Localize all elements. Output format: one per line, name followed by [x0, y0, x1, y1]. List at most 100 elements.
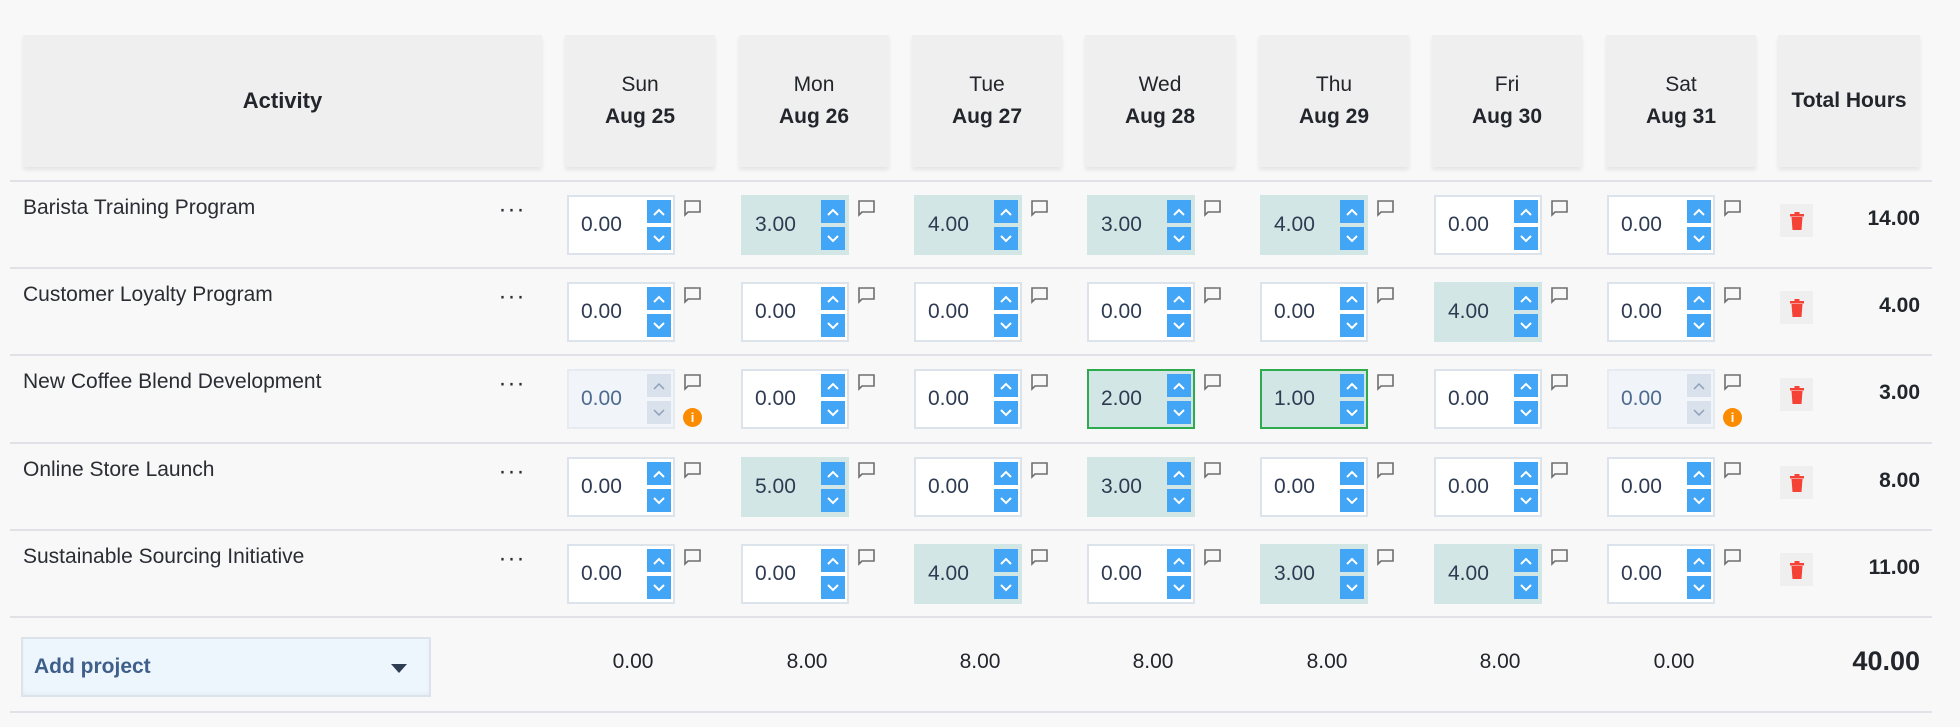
hours-input[interactable]: 0.00: [1434, 195, 1542, 255]
comment-icon[interactable]: [1376, 286, 1395, 305]
hours-input[interactable]: 0.00: [1260, 457, 1368, 517]
chevron-up-icon[interactable]: [647, 200, 671, 223]
chevron-down-icon[interactable]: [994, 227, 1018, 250]
chevron-up-icon[interactable]: [821, 549, 845, 572]
hours-input[interactable]: 3.00: [741, 195, 849, 255]
chevron-up-icon[interactable]: [1167, 462, 1191, 485]
chevron-up-icon[interactable]: [1514, 287, 1538, 310]
ellipsis-icon[interactable]: ···: [496, 372, 528, 405]
comment-icon[interactable]: [1203, 461, 1222, 480]
delete-row-button[interactable]: [1780, 204, 1813, 237]
comment-icon[interactable]: [857, 286, 876, 305]
hours-input[interactable]: 3.00: [1087, 195, 1195, 255]
comment-icon[interactable]: [857, 199, 876, 218]
chevron-down-icon[interactable]: [1687, 576, 1711, 599]
hours-input[interactable]: 0.00: [914, 369, 1022, 429]
hours-input[interactable]: 0.00: [741, 369, 849, 429]
chevron-up-icon[interactable]: [821, 200, 845, 223]
chevron-up-icon[interactable]: [1687, 287, 1711, 310]
chevron-down-icon[interactable]: [1167, 401, 1191, 424]
chevron-down-icon[interactable]: [1340, 227, 1364, 250]
comment-icon[interactable]: [1030, 461, 1049, 480]
chevron-up-icon[interactable]: [821, 462, 845, 485]
hours-input[interactable]: 0.00: [567, 544, 675, 604]
chevron-down-icon[interactable]: [1514, 576, 1538, 599]
chevron-up-icon[interactable]: [1514, 462, 1538, 485]
chevron-down-icon[interactable]: [1687, 314, 1711, 337]
comment-icon[interactable]: [683, 373, 702, 392]
chevron-down-icon[interactable]: [647, 314, 671, 337]
comment-icon[interactable]: [1203, 373, 1222, 392]
comment-icon[interactable]: [1723, 461, 1742, 480]
comment-icon[interactable]: [1030, 373, 1049, 392]
comment-icon[interactable]: [1376, 461, 1395, 480]
info-icon[interactable]: i: [683, 408, 702, 427]
add-project-dropdown[interactable]: Add project: [21, 637, 431, 697]
delete-row-button[interactable]: [1780, 378, 1813, 411]
chevron-down-icon[interactable]: [821, 401, 845, 424]
chevron-up-icon[interactable]: [994, 462, 1018, 485]
comment-icon[interactable]: [1550, 461, 1569, 480]
hours-input[interactable]: 0.00: [1434, 369, 1542, 429]
comment-icon[interactable]: [1203, 286, 1222, 305]
chevron-up-icon[interactable]: [821, 287, 845, 310]
hours-input[interactable]: 0.00: [914, 282, 1022, 342]
chevron-up-icon[interactable]: [1687, 462, 1711, 485]
chevron-down-icon[interactable]: [1167, 314, 1191, 337]
delete-row-button[interactable]: [1780, 291, 1813, 324]
comment-icon[interactable]: [1550, 548, 1569, 567]
hours-input[interactable]: 0.00: [741, 544, 849, 604]
chevron-down-icon[interactable]: [1687, 227, 1711, 250]
chevron-down-icon[interactable]: [1687, 489, 1711, 512]
chevron-down-icon[interactable]: [1514, 489, 1538, 512]
ellipsis-icon[interactable]: ···: [496, 547, 528, 580]
chevron-up-icon[interactable]: [994, 549, 1018, 572]
chevron-down-icon[interactable]: [994, 489, 1018, 512]
chevron-up-icon[interactable]: [1340, 462, 1364, 485]
chevron-down-icon[interactable]: [1514, 314, 1538, 337]
comment-icon[interactable]: [857, 373, 876, 392]
chevron-up-icon[interactable]: [1167, 200, 1191, 223]
chevron-down-icon[interactable]: [1167, 576, 1191, 599]
chevron-up-icon[interactable]: [1340, 200, 1364, 223]
hours-input[interactable]: 4.00: [1434, 282, 1542, 342]
delete-row-button[interactable]: [1780, 553, 1813, 586]
comment-icon[interactable]: [1376, 373, 1395, 392]
delete-row-button[interactable]: [1780, 466, 1813, 499]
hours-input[interactable]: 5.00: [741, 457, 849, 517]
hours-input[interactable]: 0.00: [1260, 282, 1368, 342]
ellipsis-icon[interactable]: ···: [496, 198, 528, 231]
ellipsis-icon[interactable]: ···: [496, 460, 528, 493]
chevron-down-icon[interactable]: [1167, 227, 1191, 250]
hours-input[interactable]: 0.00: [1087, 544, 1195, 604]
comment-icon[interactable]: [683, 286, 702, 305]
chevron-down-icon[interactable]: [1340, 314, 1364, 337]
comment-icon[interactable]: [683, 548, 702, 567]
comment-icon[interactable]: [1030, 199, 1049, 218]
chevron-down-icon[interactable]: [1340, 576, 1364, 599]
hours-input[interactable]: 0.00: [567, 282, 675, 342]
chevron-down-icon[interactable]: [647, 576, 671, 599]
chevron-up-icon[interactable]: [1514, 374, 1538, 397]
chevron-down-icon[interactable]: [647, 489, 671, 512]
hours-input[interactable]: 2.00: [1087, 369, 1195, 429]
chevron-down-icon[interactable]: [1340, 401, 1364, 424]
hours-input[interactable]: 0.00: [1607, 457, 1715, 517]
hours-input[interactable]: 0.00: [914, 457, 1022, 517]
chevron-up-icon[interactable]: [994, 287, 1018, 310]
hours-input[interactable]: 4.00: [1434, 544, 1542, 604]
info-icon[interactable]: i: [1723, 408, 1742, 427]
chevron-up-icon[interactable]: [1687, 200, 1711, 223]
chevron-up-icon[interactable]: [821, 374, 845, 397]
comment-icon[interactable]: [1550, 373, 1569, 392]
chevron-down-icon[interactable]: [1167, 489, 1191, 512]
hours-input[interactable]: 1.00: [1260, 369, 1368, 429]
comment-icon[interactable]: [1723, 373, 1742, 392]
chevron-down-icon[interactable]: [994, 314, 1018, 337]
hours-input[interactable]: 0.00: [1087, 282, 1195, 342]
ellipsis-icon[interactable]: ···: [496, 285, 528, 318]
chevron-up-icon[interactable]: [1340, 374, 1364, 397]
hours-input[interactable]: 0.00: [567, 195, 675, 255]
hours-input[interactable]: 0.00: [1434, 457, 1542, 517]
hours-input[interactable]: 4.00: [914, 195, 1022, 255]
